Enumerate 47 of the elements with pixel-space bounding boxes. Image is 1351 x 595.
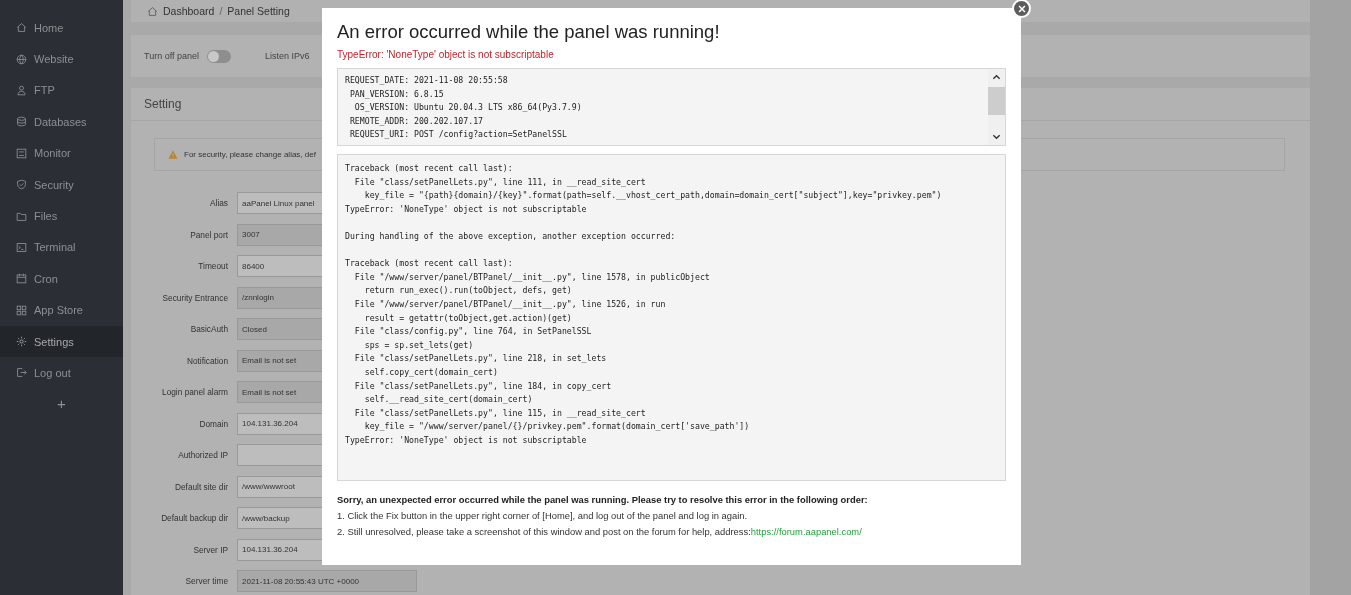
error-message: TypeError: 'NoneType' object is not subscriptable bbox=[337, 49, 555, 60]
code-line: PAN_VERSION: 6.8.15 bbox=[348, 87, 445, 101]
code-line: File "class/setPanelLets.py", line 184, in copy_cert bbox=[353, 379, 613, 393]
warning-text: For security, please change alias, def bbox=[184, 150, 316, 159]
field-label: Panel port bbox=[189, 229, 228, 240]
code-line: File "class/setPanelLets.py", line 218, in set_lets bbox=[353, 352, 608, 366]
code-line: TypeError: 'NoneType' object is not subscriptable bbox=[345, 202, 588, 216]
code-line: Traceback (most recent call last): bbox=[345, 257, 514, 271]
code-line: File "class/setPanelLets.py", line 115, in __read_site_cert bbox=[353, 406, 647, 420]
code-line: self.copy_cert(domain_cert) bbox=[363, 365, 499, 379]
code-line: key_file = "{path}{domain}/{key}".format(path=self.__vhost_cert_path,domain=domain_cert["subject"],key="privkey.pem") bbox=[363, 189, 943, 203]
field-label: Default backup dir bbox=[160, 513, 228, 523]
code-line: result = getattr(toObject,get.action)(get) bbox=[363, 311, 573, 325]
code-line: REQUEST_URI: POST /config?action=SetPanelSSL bbox=[348, 128, 568, 142]
help-heading: Sorry, an unexpected error occurred while the panel was running. Please try to resolve this error in the following order: bbox=[337, 494, 869, 505]
field-label: Notification bbox=[185, 355, 228, 366]
field-label: Server IP bbox=[192, 544, 228, 555]
field-label: Login panel alarm bbox=[161, 387, 228, 397]
code-line: TypeError: 'NoneType' object is not subscriptable bbox=[345, 433, 588, 447]
card-title: Setting bbox=[144, 97, 182, 111]
dialog-title: An error occurred while the panel was running! bbox=[337, 20, 721, 44]
code-line: key_file = "/www/server/panel/{}/privkey.pem".format(domain_cert['save_path']) bbox=[363, 420, 751, 434]
code-line: File "/www/server/panel/BTPanel/__init__.py", line 1526, in run bbox=[353, 297, 667, 311]
code-line: self.__read_site_cert(domain_cert) bbox=[363, 393, 534, 407]
field-label: Domain bbox=[198, 418, 228, 429]
field-label: Authorized IP bbox=[177, 450, 228, 460]
toggle-label: Listen IPv6 bbox=[265, 51, 310, 61]
code-line: File "class/setPanelLets.py", line 111, in __read_site_cert bbox=[353, 175, 647, 189]
code-line: File "class/config.py", line 764, in SetPanelSSL bbox=[353, 325, 593, 339]
code-line: During handling of the above exception, another exception occurred: bbox=[345, 229, 677, 243]
field-label: Timeout bbox=[197, 261, 228, 271]
breadcrumb-separator: / bbox=[219, 5, 223, 17]
code-line: REMOTE_ADDR: 200.202.107.17 bbox=[348, 114, 485, 128]
code-line: return run_exec().run(toObject, defs, get) bbox=[363, 284, 573, 298]
toggle-label: Turn off panel bbox=[144, 51, 200, 61]
code-line: OS_VERSION: Ubuntu 20.04.3 LTS x86_64(Py3.7.9) bbox=[353, 101, 583, 115]
field-label: Server time bbox=[184, 576, 228, 586]
field-label: Alias bbox=[209, 198, 228, 208]
help-step: 1. Click the Fix button in the upper right corner of [Home], and log out of the panel and log in again. bbox=[337, 510, 1006, 521]
code-line: REQUEST_DATE: 2021-11-08 20:55:58 bbox=[345, 74, 509, 87]
field-label: Default site dir bbox=[173, 481, 228, 492]
field-label: BasicAuth bbox=[189, 324, 228, 334]
code-line: Traceback (most recent call last): bbox=[345, 162, 514, 175]
field-label: Security Entrance bbox=[161, 292, 228, 303]
code-line: File "/www/server/panel/BTPanel/__init__.py", line 1578, in publicObject bbox=[353, 270, 711, 284]
help-step: 2. Still unresolved, please take a screenshot of this window and post on the forum for help, address:https://forum.aapanel.com/ bbox=[337, 526, 1006, 537]
code-line: sps = sp.set_lets(get) bbox=[363, 338, 475, 352]
